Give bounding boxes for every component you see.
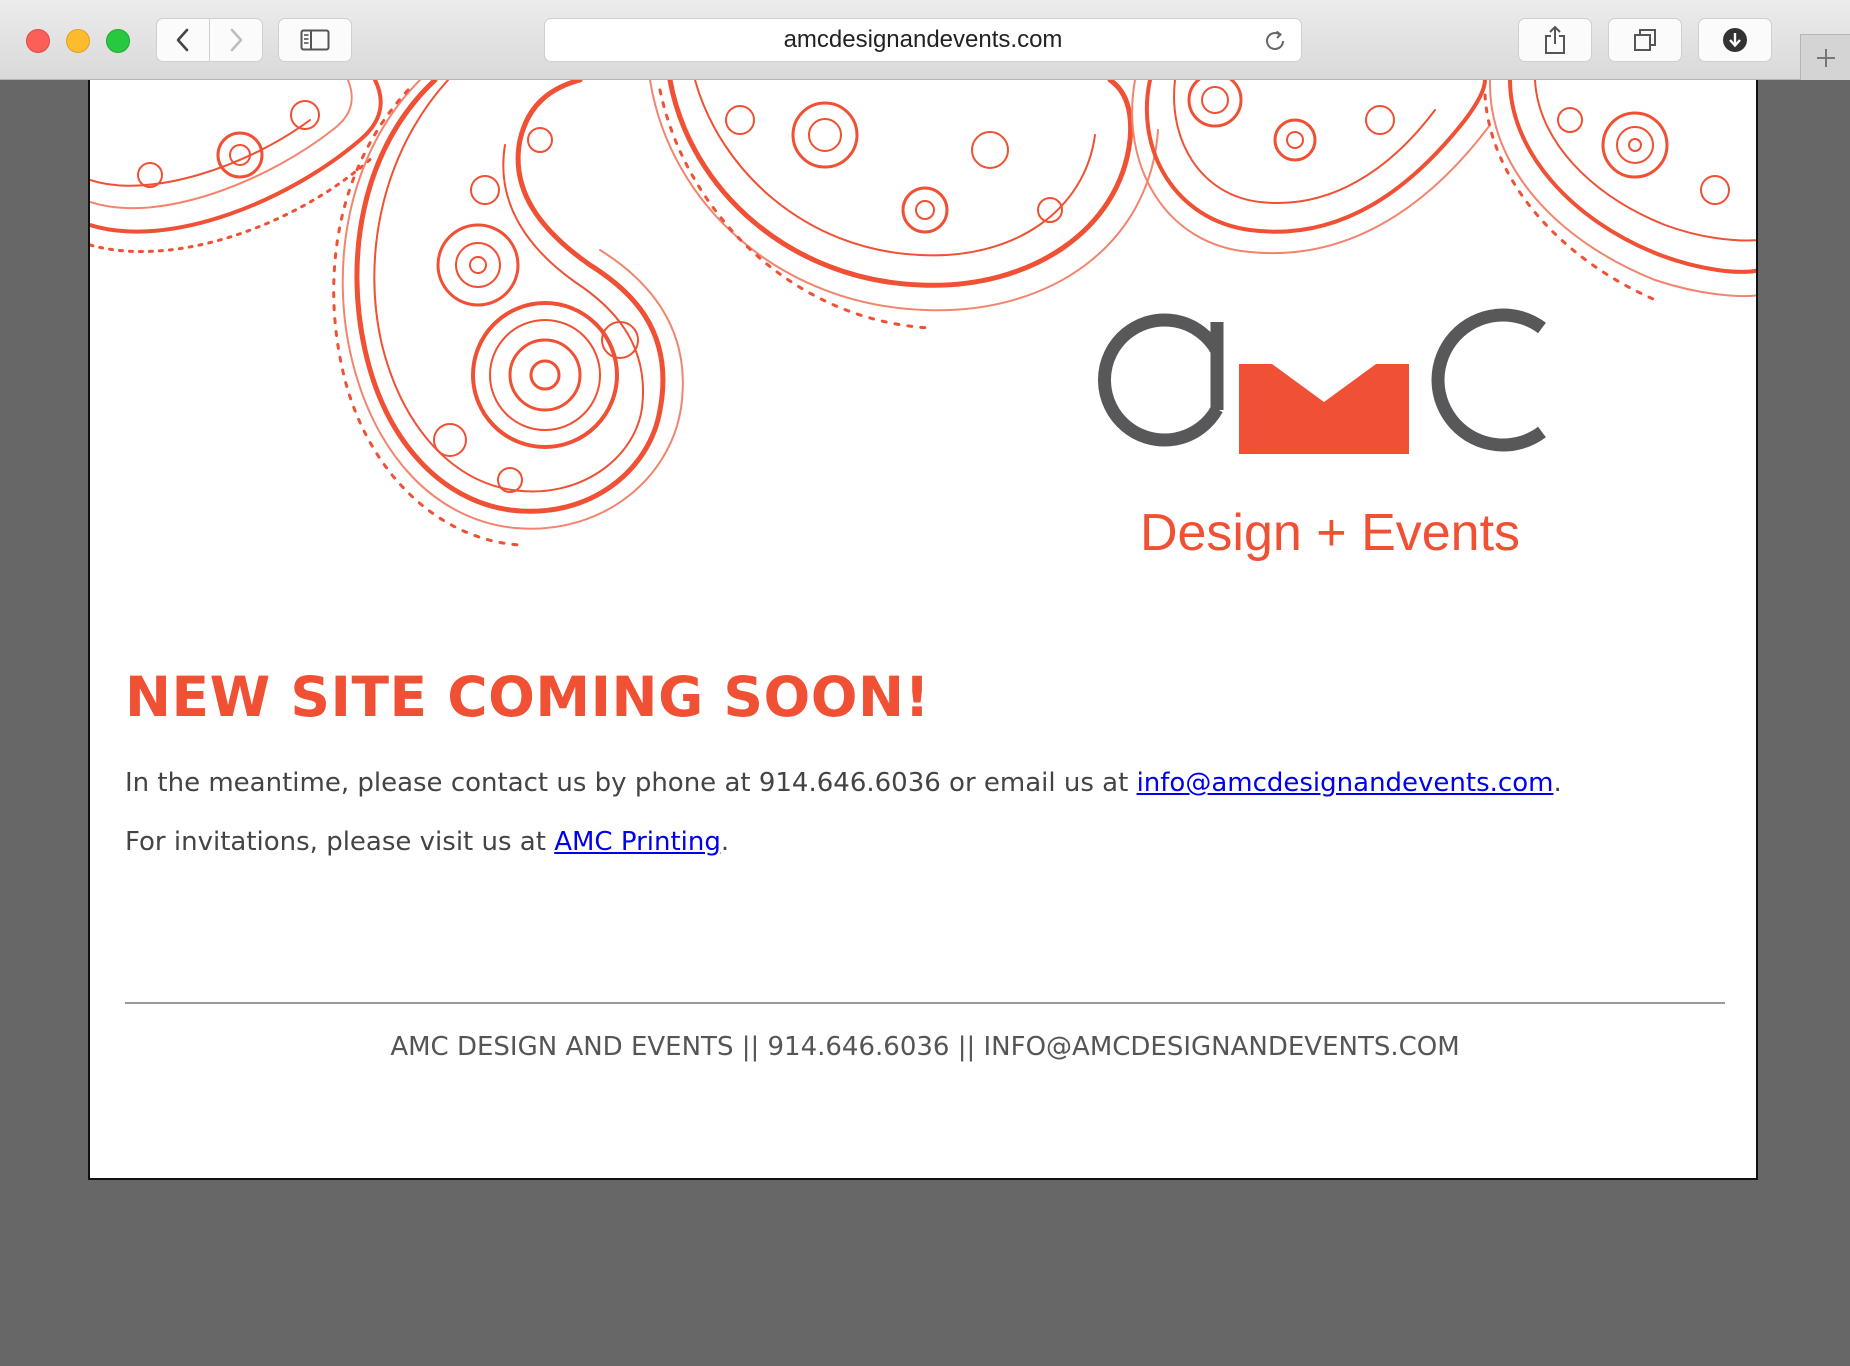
download-icon [1723,28,1747,52]
contact-text: In the meantime, please contact us by ph… [125,768,1137,798]
plus-icon [1816,48,1835,67]
reload-icon[interactable] [1263,29,1287,53]
contact-punctuation: . [1553,768,1562,798]
forward-button[interactable] [209,18,263,62]
tabs-icon [1634,29,1656,51]
downloads-button[interactable] [1698,18,1772,62]
share-button[interactable] [1518,18,1592,62]
invitations-text: For invitations, please visit us at [125,827,555,857]
email-link[interactable]: info@amcdesignandevents.com [1137,768,1554,798]
sidebar-icon [300,29,330,51]
sidebar-toggle-button[interactable] [278,18,352,62]
amc-logo: Design + Events [1097,308,1546,562]
chevron-left-icon [176,28,189,52]
address-bar[interactable]: amcdesignandevents.com [544,18,1302,62]
show-tabs-button[interactable] [1608,18,1682,62]
contact-paragraph: In the meantime, please contact us by ph… [125,768,1562,798]
window-minimize-button[interactable] [66,29,90,53]
chevron-right-icon [230,28,243,52]
browser-toolbar: amcdesignandevents.com [0,0,1850,80]
share-icon [1545,25,1565,54]
logo-tagline: Design + Events [1140,504,1520,562]
footer-divider [125,1002,1725,1004]
window-zoom-button[interactable] [106,29,130,53]
address-url: amcdesignandevents.com [783,26,1063,53]
new-tab-button[interactable] [1800,34,1850,80]
invitations-paragraph: For invitations, please visit us at AMC … [125,827,729,857]
amc-printing-link[interactable]: AMC Printing [554,827,721,857]
footer-text: AMC DESIGN AND EVENTS || 914.646.6036 ||… [390,1032,1460,1062]
web-page: Design + Events NEW SITE COMING SOON! In… [88,80,1758,1180]
invitations-punctuation: . [720,827,730,857]
back-button[interactable] [156,18,210,62]
page-headline: NEW SITE COMING SOON! [125,665,931,729]
window-close-button[interactable] [26,29,50,53]
